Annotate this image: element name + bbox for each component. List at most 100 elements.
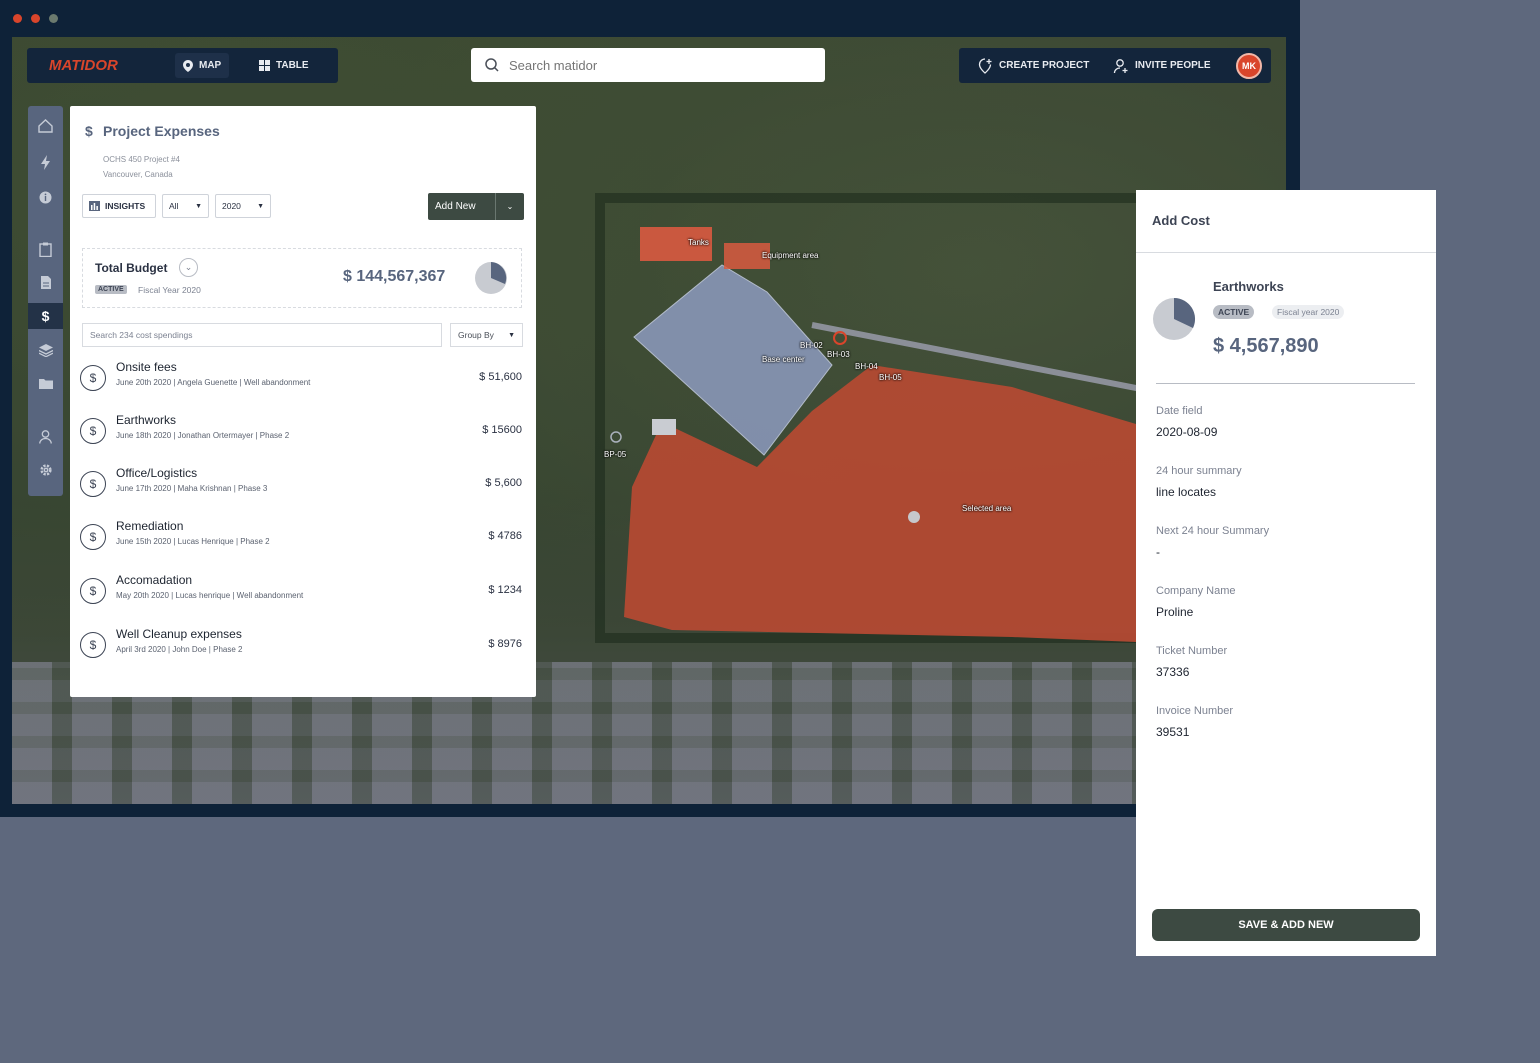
expense-title: Well Cleanup expenses <box>116 627 242 641</box>
project-location: Vancouver, Canada <box>103 170 173 179</box>
invite-people-button[interactable]: INVITE PEOPLE <box>1105 53 1219 78</box>
bh-03-target-icon[interactable] <box>833 331 847 345</box>
info-icon[interactable] <box>28 184 63 210</box>
dollar-icon[interactable]: $ <box>28 303 63 329</box>
budget-amount: $ 144,567,367 <box>343 268 446 285</box>
filter-dropdown[interactable]: All ▼ <box>162 194 209 218</box>
global-search[interactable] <box>471 48 825 82</box>
expense-item[interactable]: $ Office/Logistics June 17th 2020 | Maha… <box>80 466 522 506</box>
create-project-label: CREATE PROJECT <box>999 60 1090 71</box>
search-input[interactable] <box>507 56 811 74</box>
create-project-button[interactable]: CREATE PROJECT <box>969 53 1097 78</box>
dollar-icon: $ <box>85 123 93 139</box>
selected-area-center-marker[interactable] <box>908 511 920 523</box>
map-label-bh02: BH-02 <box>800 341 823 350</box>
expense-item[interactable]: $ Well Cleanup expenses April 3rd 2020 |… <box>80 627 522 667</box>
expense-meta: May 20th 2020 | Lucas henrique | Well ab… <box>116 591 304 600</box>
map-label-bh03: BH-03 <box>827 350 850 359</box>
map-label-bh04: BH-04 <box>855 362 878 371</box>
map-label-bh05: BH-05 <box>879 373 902 382</box>
next-summary-value[interactable]: - <box>1156 545 1160 559</box>
lightning-icon[interactable] <box>28 149 63 175</box>
invoice-number-value[interactable]: 39531 <box>1156 725 1189 739</box>
dollar-coin-icon: $ <box>80 578 106 604</box>
filter-value: All <box>169 201 179 211</box>
bp-05-target-icon[interactable] <box>610 431 622 443</box>
expense-title: Onsite fees <box>116 360 177 374</box>
window-close-dot[interactable] <box>13 14 22 23</box>
next-summary-label: Next 24 hour Summary <box>1156 525 1270 537</box>
expense-meta: June 18th 2020 | Jonathan Ortermayer | P… <box>116 431 290 440</box>
home-icon[interactable] <box>28 113 63 139</box>
expense-item[interactable]: $ Earthworks June 18th 2020 | Jonathan O… <box>80 413 522 453</box>
expense-title: Accomadation <box>116 573 193 587</box>
layers-icon[interactable] <box>28 337 63 363</box>
chevron-down-icon[interactable]: ⌄ <box>179 258 198 277</box>
year-value: 2020 <box>222 201 241 211</box>
budget-pie-icon <box>475 262 507 294</box>
expense-meta: April 3rd 2020 | John Doe | Phase 2 <box>116 645 243 654</box>
year-dropdown[interactable]: 2020 ▼ <box>215 194 271 218</box>
invoice-number-label: Invoice Number <box>1156 705 1234 717</box>
total-budget-card: Total Budget ⌄ ACTIVE Fiscal Year 2020 $… <box>82 248 522 308</box>
table-view-label: TABLE <box>276 60 309 71</box>
side-rail: $ <box>28 106 63 496</box>
ticket-number-value[interactable]: 37336 <box>1156 665 1189 679</box>
map-view-button[interactable]: MAP <box>175 53 230 78</box>
status-badge: ACTIVE <box>1213 305 1255 319</box>
bar-chart-icon <box>89 201 100 211</box>
expense-amount: $ 51,600 <box>479 371 522 383</box>
matidor-logo[interactable]: MATIDOR <box>49 57 118 74</box>
add-location-icon <box>978 57 992 74</box>
chevron-down-icon[interactable]: ⌄ <box>495 193 524 220</box>
expense-item[interactable]: $ Onsite fees June 20th 2020 | Angela Gu… <box>80 360 522 400</box>
expense-meta: June 20th 2020 | Angela Guenette | Well … <box>116 378 311 387</box>
window-maximize-dot[interactable] <box>49 14 58 23</box>
expense-amount: $ 1234 <box>488 584 522 596</box>
cost-search-placeholder: Search 234 cost spendings <box>90 330 193 340</box>
map-label-bp05: BP-05 <box>604 450 627 459</box>
company-name-value[interactable]: Proline <box>1156 605 1193 619</box>
ticket-number-label: Ticket Number <box>1156 645 1228 657</box>
table-grid-icon <box>259 60 270 71</box>
company-name-label: Company Name <box>1156 585 1236 597</box>
save-and-add-new-button[interactable]: SAVE & ADD NEW <box>1152 909 1420 941</box>
expense-item[interactable]: $ Remediation June 15th 2020 | Lucas Hen… <box>80 519 522 559</box>
cost-pie-icon <box>1153 297 1196 340</box>
document-icon[interactable] <box>28 269 63 295</box>
project-name: OCHS 450 Project #4 <box>103 155 180 164</box>
expense-item[interactable]: $ Accomadation May 20th 2020 | Lucas hen… <box>80 573 522 613</box>
avatar[interactable]: MK <box>1236 53 1262 79</box>
cost-search-field[interactable]: Search 234 cost spendings <box>82 323 442 347</box>
map-label-base-center: Base center <box>762 355 805 364</box>
dollar-coin-icon: $ <box>80 632 106 658</box>
gear-icon[interactable] <box>28 457 63 483</box>
cost-amount: $ 4,567,890 <box>1213 335 1319 357</box>
window-minimize-dot[interactable] <box>31 14 40 23</box>
project-expenses-panel: $ Project Expenses OCHS 450 Project #4 V… <box>70 106 536 697</box>
fiscal-period-badge: Fiscal year 2020 <box>1272 305 1345 319</box>
date-field-value[interactable]: 2020-08-09 <box>1156 425 1217 439</box>
panel-title: Project Expenses <box>103 123 220 139</box>
expense-amount: $ 8976 <box>488 638 522 650</box>
expense-title: Office/Logistics <box>116 466 198 480</box>
add-cost-panel: Add Cost Earthworks ACTIVE Fiscal year 2… <box>1136 190 1436 956</box>
expense-meta: June 15th 2020 | Lucas Henrique | Phase … <box>116 537 270 546</box>
chevron-down-icon: ▼ <box>195 202 202 210</box>
add-new-button[interactable]: Add New ⌄ <box>428 193 524 220</box>
insights-button[interactable]: INSIGHTS <box>82 194 156 218</box>
user-icon[interactable] <box>28 424 63 450</box>
clipboard-icon[interactable] <box>28 236 63 262</box>
invite-people-label: INVITE PEOPLE <box>1135 60 1211 71</box>
table-view-button[interactable]: TABLE <box>251 53 317 78</box>
pin-icon <box>183 59 193 72</box>
map-view-label: MAP <box>199 60 222 71</box>
add-new-label: Add New <box>435 201 476 212</box>
folder-icon[interactable] <box>28 370 63 396</box>
selected-area-polygon[interactable] <box>624 365 1136 642</box>
summary-24h-value[interactable]: line locates <box>1156 485 1216 499</box>
add-cost-title: Add Cost <box>1152 213 1210 228</box>
budget-period: Fiscal Year 2020 <box>138 285 201 295</box>
top-nav-right: CREATE PROJECT INVITE PEOPLE MK <box>959 48 1271 83</box>
group-by-dropdown[interactable]: Group By ▼ <box>450 323 523 347</box>
